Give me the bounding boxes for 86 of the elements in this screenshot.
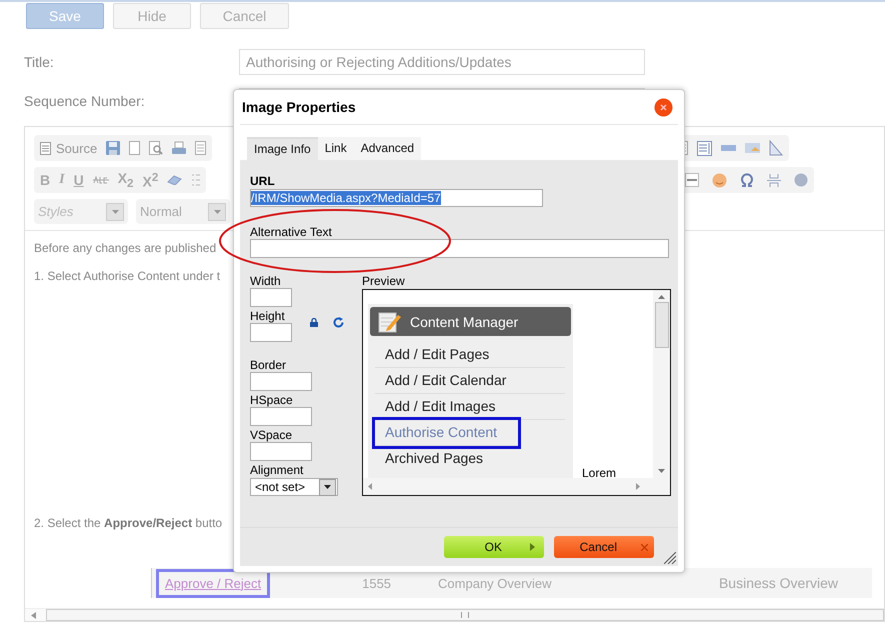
styles-dropdown[interactable]: Styles <box>34 199 128 224</box>
format-button[interactable]: I <box>59 172 65 188</box>
paragraph: Before any changes are published <box>34 241 216 255</box>
format-button[interactable]: B <box>40 172 50 188</box>
text-field[interactable] <box>250 407 312 426</box>
script-button[interactable]: X$_{2}$ <box>118 170 134 190</box>
menu-title: Content Manager <box>410 314 518 330</box>
lock-icon[interactable] <box>310 318 318 327</box>
field-label: Alternative Text <box>250 225 332 239</box>
table-icon[interactable] <box>697 140 712 156</box>
page-break-icon[interactable] <box>767 172 781 188</box>
caret-icon <box>324 485 331 489</box>
page-icon[interactable] <box>129 141 140 155</box>
strikethrough-icon[interactable] <box>92 176 109 184</box>
field-label: Sequence Number: <box>24 93 146 109</box>
field-label: URL <box>250 174 275 188</box>
field-label: VSpace <box>250 428 294 442</box>
arrow-icon <box>530 543 535 551</box>
vertical-scrollbar[interactable] <box>653 290 670 478</box>
document-icon <box>40 142 51 154</box>
printer-icon[interactable] <box>172 141 186 155</box>
url-field[interactable]: /IRM/ShowMedia.aspx?MediaId=57 <box>250 189 543 207</box>
table-cell: 1555 <box>362 576 392 590</box>
smiley-icon[interactable] <box>712 172 727 188</box>
format-dropdown[interactable]: Normal <box>136 199 230 224</box>
menu-item[interactable]: Add / Edit Calendar <box>375 368 565 394</box>
preview-text: Lorem <box>582 466 616 480</box>
notepad-icon <box>378 310 402 332</box>
source-button[interactable]: Source <box>40 140 98 156</box>
dialog-button[interactable]: OK <box>444 536 544 558</box>
eraser-icon[interactable] <box>167 175 182 185</box>
menu-item[interactable]: Add / Edit Images <box>375 394 565 420</box>
approve-link[interactable]: Approve / Reject <box>159 572 268 594</box>
action-button[interactable]: Cancel <box>200 3 289 29</box>
text-field[interactable]: Authorising or Rejecting Additions/Updates <box>239 49 645 75</box>
field-label: Height <box>250 309 286 323</box>
field-label: HSpace <box>250 393 294 407</box>
magnifier-icon[interactable] <box>149 141 164 155</box>
caret-icon <box>214 210 220 214</box>
down-arrow-icon <box>658 469 665 473</box>
action-button[interactable]: Hide <box>113 3 191 29</box>
alignment-select[interactable]: <not set> <box>250 478 338 496</box>
floppy-icon[interactable] <box>106 141 120 155</box>
text-field[interactable] <box>250 323 292 342</box>
scroll-thumb[interactable] <box>654 302 668 348</box>
image-icon[interactable] <box>745 143 760 153</box>
caret-icon <box>112 210 118 214</box>
field-label: Preview <box>362 274 406 288</box>
globe-icon[interactable] <box>794 173 808 187</box>
text-field[interactable] <box>250 442 312 461</box>
up-arrow-icon <box>658 295 665 299</box>
field-label: Width <box>250 274 282 288</box>
text-field[interactable] <box>250 372 312 391</box>
dialog-tab[interactable]: Link <box>318 137 354 160</box>
script-button[interactable]: X$^{2}$ <box>142 170 158 190</box>
horizontal-scrollbar[interactable] <box>363 478 670 495</box>
table-cell: Business Overview <box>718 575 838 591</box>
horizontal-scrollbar[interactable] <box>25 608 884 621</box>
cross-icon <box>641 544 648 550</box>
dialog-button[interactable]: Cancel <box>554 536 654 558</box>
numbered-list-icon[interactable] <box>191 173 200 187</box>
refresh-icon[interactable] <box>333 317 344 328</box>
text-field[interactable] <box>250 288 292 307</box>
alt-text-field[interactable] <box>250 239 669 258</box>
document-icon[interactable] <box>195 141 206 155</box>
menu-item[interactable]: Add / Edit Pages <box>375 342 565 368</box>
close-icon[interactable] <box>654 98 673 116</box>
menu-item[interactable]: Archived Pages <box>375 446 565 471</box>
dialog-tab[interactable]: Advanced <box>354 137 422 160</box>
menu-item[interactable]: Authorise Content <box>375 420 518 446</box>
omega-icon[interactable] <box>740 173 754 187</box>
action-button[interactable]: Save <box>26 3 104 29</box>
right-arrow-icon <box>636 483 640 490</box>
left-arrow-icon <box>31 612 36 618</box>
paragraph: 2. Select the Approve/Reject butto <box>34 516 222 530</box>
field-label: Border <box>250 358 288 372</box>
format-button[interactable]: U <box>74 172 84 188</box>
table-cell: Company Overview <box>438 576 552 590</box>
field-label: Alignment <box>250 463 304 477</box>
paragraph: 1. Select Authorise Content under t <box>34 269 220 283</box>
field-label: Title: <box>24 54 55 70</box>
dialog-title: Image Properties <box>242 99 356 115</box>
resize-grip-icon[interactable] <box>664 552 676 564</box>
dialog-tab[interactable]: Image Info <box>247 137 318 160</box>
left-arrow-icon <box>368 483 372 490</box>
ruler-icon[interactable] <box>769 140 783 156</box>
